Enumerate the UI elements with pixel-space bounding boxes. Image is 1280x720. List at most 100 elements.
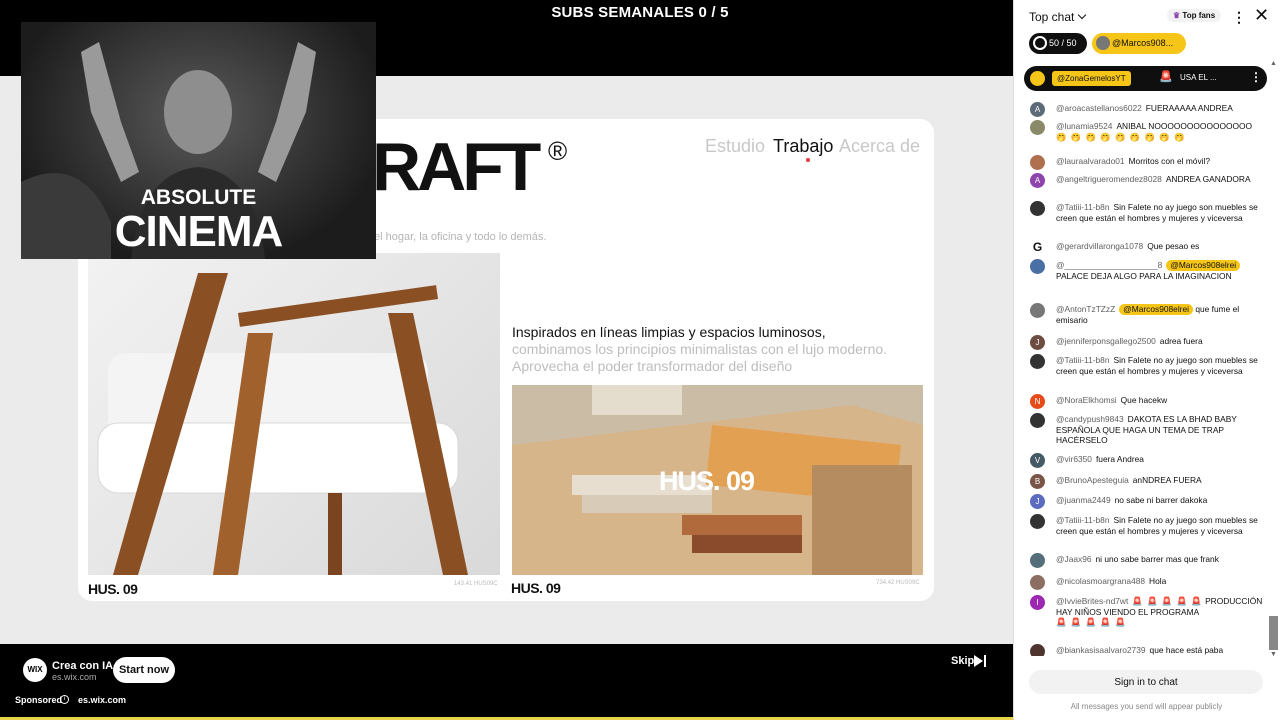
chat-message[interactable]: G @gerardvillaronga1078 Que pesao es <box>1029 238 1269 255</box>
chat-message[interactable]: @____________________8 @Marcos908elrei PA… <box>1029 257 1269 281</box>
more-options-icon[interactable]: ⋮ <box>1232 9 1246 26</box>
chat-author[interactable]: @angeltrigueromendez8028 <box>1056 174 1162 184</box>
scroll-down-icon[interactable]: ▼ <box>1270 651 1277 658</box>
chat-message[interactable]: @lauraalvarado01 Morritos con el móvil? <box>1029 153 1269 170</box>
chat-scrollbar[interactable] <box>1268 60 1278 660</box>
chat-author[interactable]: @aroacastellanos6022 <box>1056 103 1142 113</box>
chat-author[interactable]: @nicolasmoargrana488 <box>1056 576 1145 586</box>
chat-message[interactable]: N @NoraElkhomsi Que hacekw <box>1029 392 1269 409</box>
chat-message[interactable]: V @vir6350 fuera Andrea <box>1029 451 1269 468</box>
info-icon[interactable]: i <box>60 695 69 704</box>
avatar[interactable] <box>1030 303 1045 318</box>
chat-author[interactable]: @NoraElkhomsi <box>1056 395 1117 405</box>
chat-message-body: @Tatiii-11-b8n Sin Falete no ay juego son… <box>1029 199 1269 223</box>
chat-text: adrea fuera <box>1159 336 1203 346</box>
caption-right: HUS. 09 <box>511 580 561 596</box>
chat-message[interactable]: I @IvvieBrites-nd7wt 🚨 🚨 🚨 🚨 🚨 PRODUCCIÓN … <box>1029 593 1269 628</box>
chat-message[interactable]: A @angeltrigueromendez8028 ANDREA GANADORA <box>1029 171 1269 188</box>
avatar[interactable] <box>1030 120 1045 135</box>
chat-message[interactable]: @Tatiii-11-b8n Sin Falete no ay juego son… <box>1029 199 1269 223</box>
video-player[interactable]: RAFT ® Estudio Trabajo Acerca de el hoga… <box>0 0 1013 720</box>
avatar[interactable] <box>1030 413 1045 428</box>
tagline: el hogar, la oficina y todo lo demás. <box>374 231 547 243</box>
chat-message[interactable]: J @jenniferponsgallego2500 adrea fuera <box>1029 333 1269 350</box>
chat-author[interactable]: @AntonTzTZzZ <box>1056 304 1115 314</box>
chat-author[interactable]: @BrunoApesteguia <box>1056 475 1129 485</box>
pinned-more-icon[interactable]: ⋮ <box>1250 70 1262 84</box>
chat-message[interactable]: A @aroacastellanos6022 FUERAAAAA ANDREA <box>1029 100 1269 117</box>
chat-author[interactable]: @IvvieBrites-nd7wt <box>1056 596 1128 606</box>
avatar[interactable]: A <box>1030 173 1045 188</box>
hus-overlay-logo: HUS. 09 <box>659 466 755 496</box>
start-now-button[interactable]: Start now <box>113 657 175 683</box>
avatar[interactable] <box>1030 201 1045 216</box>
avatar[interactable] <box>1030 354 1045 369</box>
chat-author[interactable]: @Tatiii-11-b8n <box>1056 355 1110 365</box>
ad-domain[interactable]: es.wix.com <box>52 672 97 682</box>
sponsored-domain-link[interactable]: es.wix.com <box>78 695 126 705</box>
featured-user-pill[interactable]: @Marcos908... <box>1092 33 1186 54</box>
chat-message[interactable]: J @juanma2449 no sabe ni barrer dakoka <box>1029 492 1269 509</box>
avatar[interactable] <box>1030 259 1045 274</box>
chat-mode-dropdown[interactable]: Top chat <box>1029 10 1087 24</box>
avatar[interactable]: B <box>1030 474 1045 489</box>
poll-counter-label: 50 / 50 <box>1049 38 1077 48</box>
chat-author[interactable]: @lauraalvarado01 <box>1056 156 1125 166</box>
chat-message[interactable]: @Jaax96 ni uno sabe barrer mas que frank <box>1029 551 1269 568</box>
chat-mention[interactable]: @Marcos908elrei <box>1166 260 1241 271</box>
chat-author[interactable]: @biankasisaalvaro2739 <box>1056 645 1146 655</box>
chat-author[interactable]: @jenniferponsgallego2500 <box>1056 336 1156 346</box>
chat-message[interactable]: @Tatiii-11-b8n Sin Falete no ay juego son… <box>1029 512 1269 536</box>
chat-emoji: 🚨 🚨 🚨 🚨 🚨 <box>1132 596 1203 606</box>
chat-message[interactable]: @AntonTzTZzZ @Marcos908elrei que fume el … <box>1029 301 1269 325</box>
poll-counter-pill[interactable]: 50 / 50 <box>1029 33 1087 54</box>
chat-author[interactable]: @vir6350 <box>1056 454 1092 464</box>
pinned-author: @ZonaGemelosYT <box>1052 71 1131 86</box>
avatar[interactable] <box>1030 514 1045 529</box>
chat-author[interactable]: @juanma2449 <box>1056 495 1111 505</box>
chat-scrollbar-thumb[interactable] <box>1269 616 1278 650</box>
skip-next-icon[interactable] <box>973 654 987 668</box>
sign-in-to-chat-button[interactable]: Sign in to chat <box>1029 670 1263 694</box>
avatar[interactable] <box>1030 575 1045 590</box>
chat-author[interactable]: @Tatiii-11-b8n <box>1056 202 1110 212</box>
chat-author[interactable]: @____________________8 <box>1056 260 1162 270</box>
skip-ad-button[interactable]: Skip <box>951 655 974 667</box>
chat-message[interactable]: @candypush9843 DAKOTA ES LA BHAD BABY ESP… <box>1029 411 1269 446</box>
avatar[interactable]: J <box>1030 335 1045 350</box>
scroll-up-icon[interactable]: ▲ <box>1270 60 1277 67</box>
avatar[interactable]: J <box>1030 494 1045 509</box>
avatar[interactable] <box>1030 553 1045 568</box>
top-fans-button[interactable]: ♛ Top fans <box>1167 9 1222 22</box>
chat-message-list[interactable]: A @aroacastellanos6022 FUERAAAAA ANDREA @lu… <box>1029 96 1269 656</box>
chat-message[interactable]: @Tatiii-11-b8n Sin Falete no ay juego son… <box>1029 352 1269 376</box>
avatar[interactable]: A <box>1030 102 1045 117</box>
chat-author[interactable]: @lunamia9524 <box>1056 121 1112 131</box>
chat-message[interactable]: @lunamia9524 ANIBAL NOOOOOOOOOOOOOOO 🤭 🤭 🤭… <box>1029 118 1269 142</box>
pinned-message[interactable]: @ZonaGemelosYT 🚨 USA EL ... ⋮ <box>1024 66 1267 91</box>
avatar[interactable]: V <box>1030 453 1045 468</box>
chat-author[interactable]: @candypush9843 <box>1056 414 1124 424</box>
avatar[interactable]: N <box>1030 394 1045 409</box>
chat-message-body: @lauraalvarado01 Morritos con el móvil? <box>1029 153 1269 167</box>
chat-text: no sabe ni barrer dakoka <box>1114 495 1208 505</box>
avatar[interactable] <box>1030 644 1045 656</box>
avatar[interactable]: G <box>1030 240 1045 255</box>
close-icon[interactable]: ✕ <box>1254 5 1269 26</box>
chat-message-body: @AntonTzTZzZ @Marcos908elrei que fume el … <box>1029 301 1269 325</box>
chat-mention[interactable]: @Marcos908elrei <box>1119 304 1193 315</box>
chat-text: ni uno sabe barrer mas que frank <box>1095 554 1219 564</box>
chat-author[interactable]: @Tatiii-11-b8n <box>1056 515 1110 525</box>
chat-author[interactable]: @gerardvillaronga1078 <box>1056 241 1143 251</box>
ad-title[interactable]: Crea con IA <box>52 660 113 672</box>
chat-disclaimer: All messages you send will appear public… <box>1070 702 1223 711</box>
chat-message[interactable]: @biankasisaalvaro2739 que hace está paba <box>1029 642 1269 656</box>
chat-emoji: 🤭 🤭 🤭 🤭 🤭 🤭 🤭 🤭 🤭 <box>1056 131 1186 142</box>
chat-author[interactable]: @Jaax96 <box>1056 554 1092 564</box>
chat-message[interactable]: @nicolasmoargrana488 Hola <box>1029 573 1269 590</box>
chat-message[interactable]: B @BrunoApesteguia anNDREA FUERA <box>1029 472 1269 489</box>
avatar[interactable]: I <box>1030 595 1045 610</box>
chat-message-body: @lunamia9524 ANIBAL NOOOOOOOOOOOOOOO 🤭 🤭 🤭… <box>1029 118 1269 142</box>
avatar[interactable] <box>1030 155 1045 170</box>
featured-user-label: @Marcos908... <box>1112 38 1174 48</box>
